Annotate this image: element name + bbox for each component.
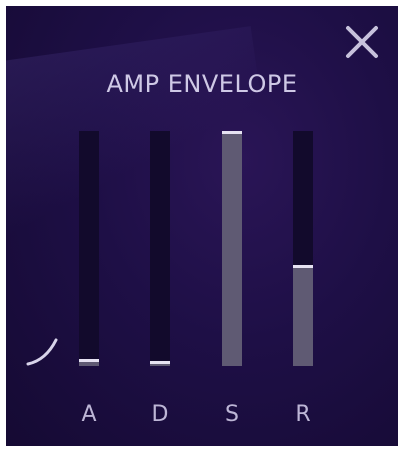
panel-title: AMP ENVELOPE [106,70,298,98]
slider-sustain[interactable] [222,131,242,366]
label-decay: D [151,402,169,427]
slider-handle[interactable] [150,361,170,364]
amp-envelope-panel: AMP ENVELOPE A D S R [6,6,398,446]
slider-attack[interactable] [79,131,99,366]
slider-fill [222,131,242,366]
slider-handle[interactable] [79,359,99,362]
close-icon [346,26,378,58]
slider-fill [293,265,313,366]
label-attack: A [81,402,97,427]
slider-handle[interactable] [293,265,313,268]
curve-icon[interactable] [26,334,66,374]
label-release: R [295,402,311,427]
slider-handle[interactable] [222,131,242,134]
close-button[interactable] [344,24,380,60]
slider-decay[interactable] [150,131,170,366]
label-sustain: S [225,402,239,427]
slider-release[interactable] [293,131,313,366]
